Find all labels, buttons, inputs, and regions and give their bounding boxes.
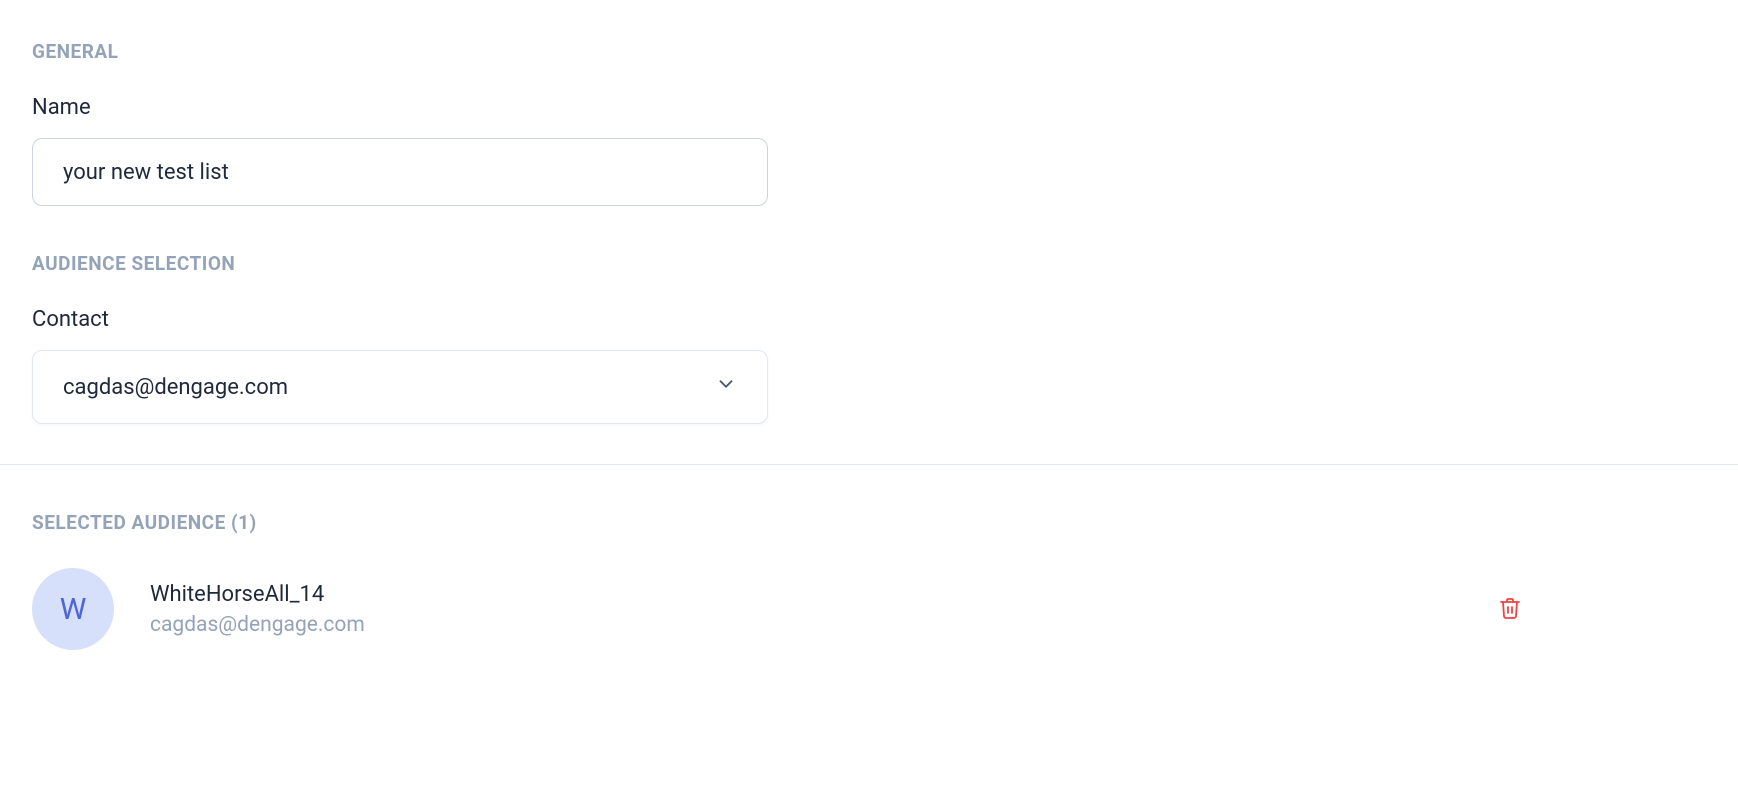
audience-item-email: cagdas@dengage.com <box>150 613 365 637</box>
audience-item-name: WhiteHorseAll_14 <box>150 582 365 607</box>
avatar: W <box>32 568 114 650</box>
chevron-down-icon <box>715 373 737 401</box>
delete-audience-button[interactable] <box>1494 592 1526 627</box>
trash-icon <box>1498 596 1522 623</box>
general-section-header: GENERAL <box>32 40 1706 63</box>
name-field-label: Name <box>32 95 1706 120</box>
contact-field-label: Contact <box>32 307 1706 332</box>
contact-select[interactable]: cagdas@dengage.com <box>32 350 768 424</box>
selected-audience-header: SELECTED AUDIENCE (1) <box>32 511 1706 534</box>
contact-select-value: cagdas@dengage.com <box>63 375 288 400</box>
audience-item: W WhiteHorseAll_14 cagdas@dengage.com <box>32 568 1706 650</box>
audience-selection-header: AUDIENCE SELECTION <box>32 252 1706 275</box>
name-input[interactable] <box>32 138 768 206</box>
